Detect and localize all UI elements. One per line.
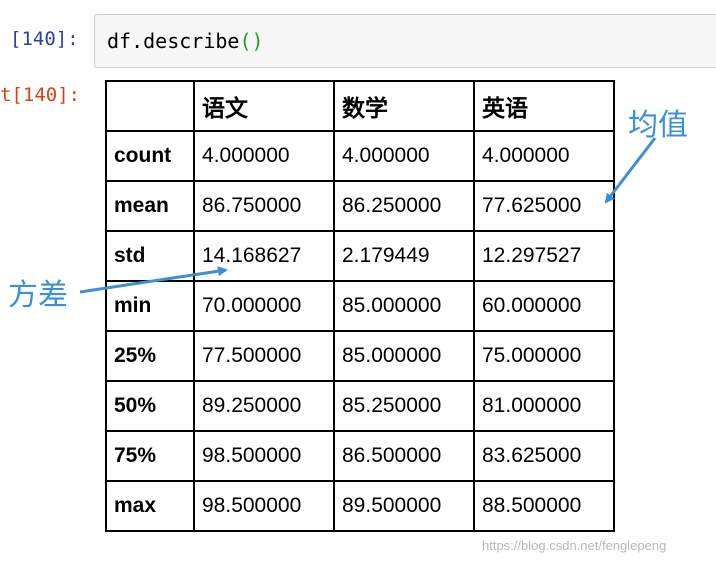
mean-arrow <box>604 137 657 204</box>
annotation-arrows <box>79 137 657 294</box>
std-arrow <box>79 266 228 294</box>
watermark: https://blog.csdn.net/fenglepeng <box>482 538 667 553</box>
